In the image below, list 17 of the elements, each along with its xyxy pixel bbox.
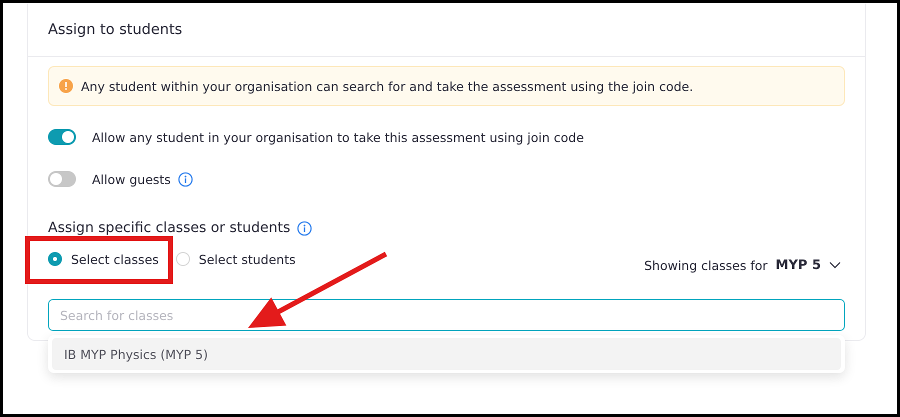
notice-text: Any student within your organisation can search for and take the assessment using the join code.	[81, 78, 694, 94]
chevron-down-icon	[829, 261, 841, 269]
grade-filter-dropdown[interactable]: Showing classes for MYP 5	[644, 258, 841, 272]
radio-option[interactable]: Select classes	[48, 252, 159, 266]
dropdown-item[interactable]: IB MYP Physics (MYP 5)	[52, 338, 841, 370]
warning-icon	[59, 79, 73, 93]
info-icon[interactable]	[297, 220, 312, 236]
search-field[interactable]: Search for classes	[48, 299, 845, 331]
radio-option[interactable]: Select students	[176, 252, 296, 266]
toggle-switch[interactable]	[48, 171, 76, 187]
section-title: Assign specific classes or students	[48, 220, 290, 236]
card-title: Assign to students	[48, 22, 182, 38]
toggle-label: Allow guests	[92, 172, 171, 186]
toggle-label: Allow any student in your organisation to take this assessment using join code	[92, 130, 584, 144]
radio-circle[interactable]	[48, 252, 62, 266]
info-icon[interactable]	[178, 172, 193, 186]
toggle-switch[interactable]	[48, 129, 76, 145]
